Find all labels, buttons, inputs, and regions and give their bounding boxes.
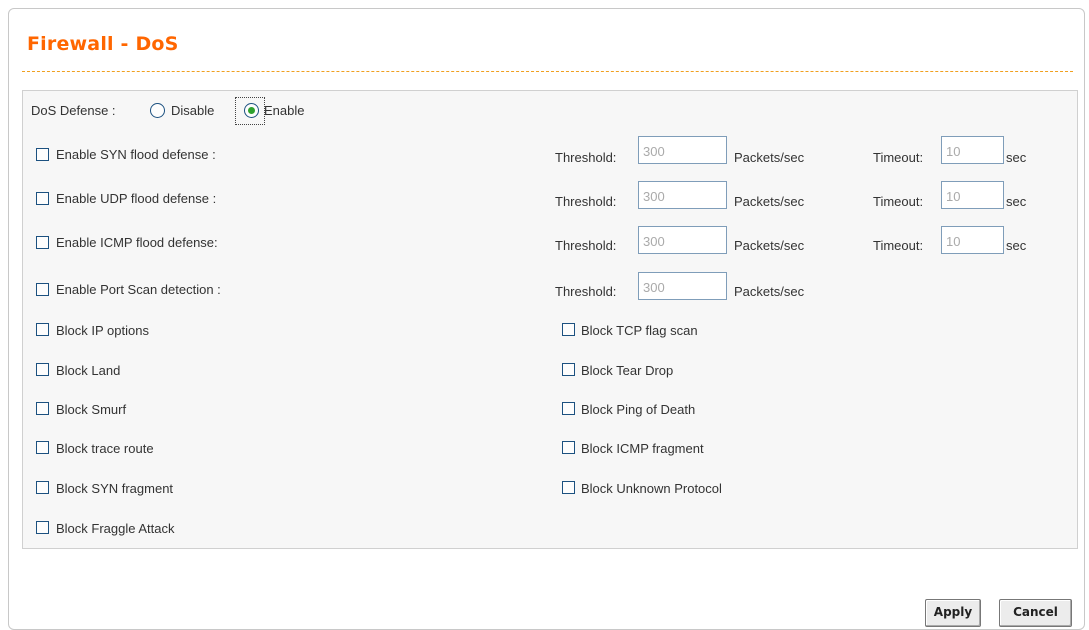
- block-trace-route-checkbox[interactable]: [36, 441, 49, 454]
- icmp-timeout-input[interactable]: [941, 226, 1004, 254]
- dos-defense-enable-radio[interactable]: [244, 103, 259, 118]
- block-tear-drop-checkbox[interactable]: [562, 363, 575, 376]
- block-land-label: Block Land: [56, 363, 121, 378]
- page-title: Firewall - DoS: [27, 33, 179, 55]
- block-smurf-label: Block Smurf: [56, 402, 127, 417]
- udp-threshold-label: Threshold:: [555, 194, 617, 209]
- dos-defense-label: DoS Defense :: [31, 103, 116, 118]
- block-tear-drop-label: Block Tear Drop: [581, 363, 674, 378]
- block-unknown-protocol-label: Block Unknown Protocol: [581, 481, 722, 496]
- syn-unit-label: Packets/sec: [734, 150, 805, 165]
- block-unknown-protocol-checkbox[interactable]: [562, 481, 575, 494]
- dos-defense-enable-label[interactable]: Enable: [264, 103, 304, 118]
- udp-flood-checkbox[interactable]: [36, 192, 49, 205]
- block-tcp-flag-scan-checkbox[interactable]: [562, 323, 575, 336]
- udp-threshold-input[interactable]: [638, 181, 727, 209]
- port-scan-unit-label: Packets/sec: [734, 284, 805, 299]
- block-icmp-fragment-label: Block ICMP fragment: [581, 441, 704, 456]
- udp-timeout-input[interactable]: [941, 181, 1004, 209]
- icmp-flood-checkbox[interactable]: [36, 236, 49, 249]
- block-trace-route-label: Block trace route: [56, 441, 154, 456]
- icmp-threshold-input[interactable]: [638, 226, 727, 254]
- udp-timeout-label: Timeout:: [873, 194, 924, 209]
- block-syn-fragment-checkbox[interactable]: [36, 481, 49, 494]
- udp-timeout-unit: sec: [1006, 194, 1027, 209]
- icmp-threshold-label: Threshold:: [555, 238, 617, 253]
- port-scan-threshold-input[interactable]: [638, 272, 727, 300]
- dos-defense-disable-label[interactable]: Disable: [171, 103, 214, 118]
- port-scan-threshold-label: Threshold:: [555, 284, 617, 299]
- block-icmp-fragment-checkbox[interactable]: [562, 441, 575, 454]
- syn-timeout-unit: sec: [1006, 150, 1027, 165]
- port-scan-label: Enable Port Scan detection :: [56, 282, 221, 297]
- block-fraggle-label: Block Fraggle Attack: [56, 521, 175, 536]
- apply-button[interactable]: Apply: [925, 599, 981, 627]
- block-land-checkbox[interactable]: [36, 363, 49, 376]
- block-ip-options-label: Block IP options: [56, 323, 149, 338]
- block-ping-of-death-checkbox[interactable]: [562, 402, 575, 415]
- block-syn-fragment-label: Block SYN fragment: [56, 481, 174, 496]
- syn-threshold-input[interactable]: [638, 136, 727, 164]
- udp-unit-label: Packets/sec: [734, 194, 805, 209]
- udp-flood-label: Enable UDP flood defense :: [56, 191, 217, 206]
- syn-flood-label: Enable SYN flood defense :: [56, 147, 216, 162]
- block-ping-of-death-label: Block Ping of Death: [581, 402, 696, 417]
- block-smurf-checkbox[interactable]: [36, 402, 49, 415]
- syn-timeout-input[interactable]: [941, 136, 1004, 164]
- syn-timeout-label: Timeout:: [873, 150, 924, 165]
- dos-defense-disable-radio[interactable]: [150, 103, 165, 118]
- port-scan-checkbox[interactable]: [36, 283, 49, 296]
- block-ip-options-checkbox[interactable]: [36, 323, 49, 336]
- icmp-unit-label: Packets/sec: [734, 238, 805, 253]
- syn-flood-checkbox[interactable]: [36, 148, 49, 161]
- cancel-button[interactable]: Cancel: [999, 599, 1072, 627]
- icmp-timeout-unit: sec: [1006, 238, 1027, 253]
- title-divider: [22, 71, 1073, 72]
- block-tcp-flag-scan-label: Block TCP flag scan: [581, 323, 698, 338]
- icmp-timeout-label: Timeout:: [873, 238, 924, 253]
- syn-threshold-label: Threshold:: [555, 150, 617, 165]
- block-fraggle-checkbox[interactable]: [36, 521, 49, 534]
- icmp-flood-label: Enable ICMP flood defense:: [56, 235, 218, 250]
